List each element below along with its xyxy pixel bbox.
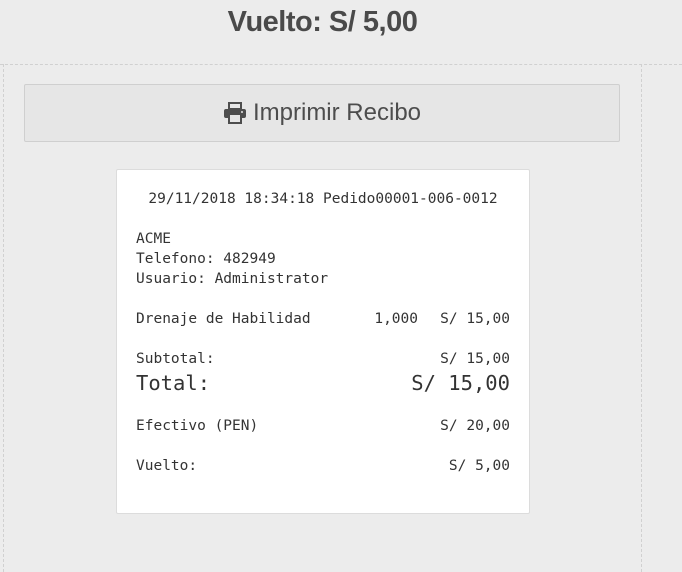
receipt-header-line: 29/11/2018 18:34:18 Pedido00001-006-0012 bbox=[117, 191, 529, 207]
panel-border-left bbox=[3, 64, 4, 572]
receipt-company: ACME bbox=[136, 231, 171, 247]
print-receipt-label: Imprimir Recibo bbox=[252, 99, 422, 126]
change-due-heading: Vuelto: S/ 5,00 bbox=[227, 6, 418, 38]
receipt-subtotal-value: S/ 15,00 bbox=[440, 351, 510, 367]
receipt: 29/11/2018 18:34:18 Pedido00001-006-0012… bbox=[116, 169, 530, 514]
printer-icon bbox=[223, 102, 246, 124]
receipt-item-qty: 1,000 bbox=[374, 311, 418, 327]
receipt-order-number: Pedido00001-006-0012 bbox=[323, 191, 498, 207]
receipt-item-amount: S/ 15,00 bbox=[440, 311, 510, 327]
panel-border-top bbox=[0, 64, 682, 65]
print-receipt-button[interactable]: Imprimir Recibo bbox=[24, 84, 620, 142]
receipt-payment-value: S/ 20,00 bbox=[440, 418, 510, 434]
receipt-change-value: S/ 5,00 bbox=[448, 458, 510, 474]
receipt-phone: Telefono: 482949 bbox=[136, 251, 276, 267]
receipt-user: Usuario: Administrator bbox=[136, 271, 329, 287]
panel-border-right bbox=[641, 64, 642, 572]
receipt-total-value: S/ 15,00 bbox=[411, 371, 510, 395]
receipt-datetime: 29/11/2018 18:34:18 bbox=[148, 191, 315, 207]
